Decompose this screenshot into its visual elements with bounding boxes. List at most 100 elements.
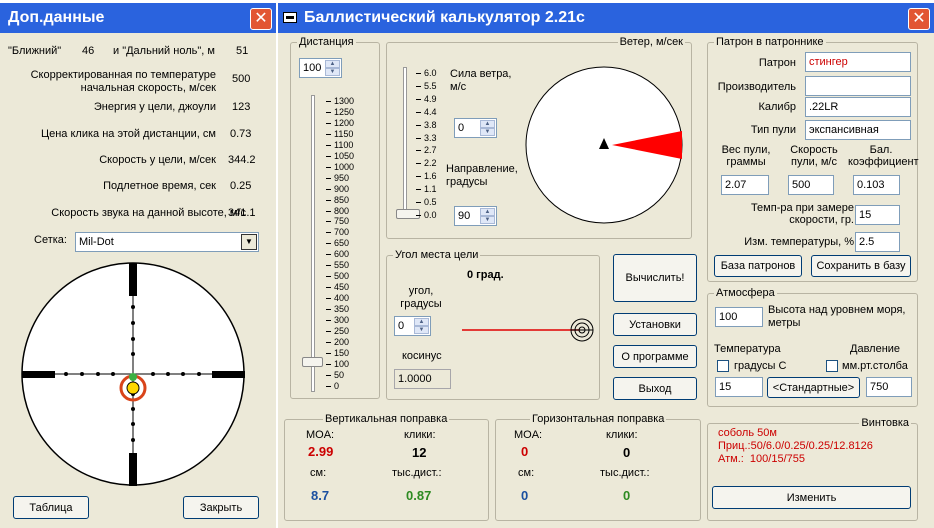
ballistic-coefficient-value: 0.103 [857,179,885,191]
scale-tick [416,163,421,165]
spinner-arrows[interactable]: ▲ ▼ [480,208,495,224]
caliber-field[interactable]: .22LR [805,97,911,117]
bullet-speed-label: Скорость пули, м/с [790,144,838,168]
wind-speed-label: Сила ветра, м/с [450,68,512,93]
vertical-moa-value: 2.99 [308,444,334,459]
altitude-field[interactable]: 100 [715,307,763,327]
scale-tick-label: 100 [334,358,350,369]
exit-button[interactable]: Выход [613,377,697,400]
reticle-select[interactable]: Mil-Dot ▼ [75,232,259,252]
impact-point [126,381,140,395]
scale-tick-label: 1050 [334,150,355,161]
bullet-speed-field[interactable]: 500 [788,175,834,195]
spinner-arrows[interactable]: ▲ ▼ [414,318,429,334]
celsius-checkbox[interactable] [717,360,729,372]
distance-slider-thumb[interactable] [302,357,323,367]
angle-label: угол, градусы [400,285,442,310]
bullet-type-field[interactable]: экспансивная [805,120,911,140]
pressure-field[interactable]: 750 [866,377,912,397]
caliber-value: .22LR [809,101,839,113]
secondary-data-title: Доп.данные [8,9,105,26]
zero-far-value: 51 [236,45,249,57]
atmosphere-legend: Атмосфера [714,287,777,299]
altitude-label: Высота над уровнем моря, метры [768,304,906,329]
scale-tick [326,243,331,245]
scale-tick [326,210,331,212]
scale-tick [416,202,421,203]
calculate-button[interactable]: Вычислить! [613,254,697,302]
scale-tick-label: 0 [334,380,340,391]
rifle-legend: Винтовка [859,417,911,429]
scale-tick [416,85,421,87]
about-button[interactable]: О программе [613,345,697,368]
scale-tick [326,122,331,124]
scale-tick [326,341,331,343]
scale-tick-label: 500 [334,271,350,282]
scale-tick [326,320,331,321]
manufacturer-field[interactable] [805,76,911,96]
temp-measured-field[interactable]: 15 [855,205,900,225]
temp-change-field[interactable]: 2.5 [855,232,900,252]
spinner-arrows[interactable]: ▲ ▼ [325,60,340,76]
temperature-field[interactable]: 15 [715,377,763,397]
main-close-icon[interactable]: ✕ [908,8,930,30]
scale-tick [326,177,331,179]
scale-tick-label: 150 [334,347,350,358]
altitude-value: 100 [719,311,738,323]
scale-tick [326,287,331,289]
reticle-post-bottom [129,453,137,486]
scale-tick-label: 950 [334,172,350,183]
temp-measured-value: 15 [859,209,872,221]
chevron-down-icon[interactable]: ▼ [241,234,257,250]
scale-tick-label: 850 [334,194,350,205]
scale-tick [326,385,331,387]
stat-label: Скорость звука на данной высоте, м/с [51,207,246,219]
mmhg-checkbox[interactable] [826,360,838,372]
distance-spinner[interactable]: 100 ▲ ▼ [299,58,342,78]
close-button[interactable]: Закрыть [183,496,259,519]
scale-tick [326,101,331,102]
angle-spinner[interactable]: 0 ▲ ▼ [394,316,431,336]
cartridge-name-field[interactable]: стингер [805,52,911,72]
bullet-weight-value: 2.07 [725,179,747,191]
celsius-label: градусы С [734,360,787,372]
scale-tick [326,199,331,201]
save-to-db-button[interactable]: Сохранить в базу [811,255,911,277]
scale-tick-label: 2.7 [424,145,437,156]
wind-speed-spinner[interactable]: 0 ▲ ▼ [454,118,497,138]
cartridge-db-button[interactable]: База патронов [714,255,802,277]
vertical-cm-value: 8.7 [311,488,330,503]
settings-button[interactable]: Установки [613,313,697,336]
wind-direction-value: 90 [458,210,471,222]
scale-tick [326,352,331,354]
horizontal-cm-value: 0 [521,488,529,503]
reticle-post-left [22,371,55,378]
standard-atmosphere-button-label: <Стандартные> [772,381,855,394]
scale-tick [416,150,421,152]
secondary-data-close-icon[interactable]: ✕ [250,8,272,30]
ballistic-coefficient-field[interactable]: 0.103 [853,175,900,195]
distance-slider-track[interactable] [311,95,315,392]
wind-compass[interactable] [524,65,684,225]
wind-slider-track[interactable] [403,67,407,219]
table-button[interactable]: Таблица [13,496,89,519]
bullet-weight-field[interactable]: 2.07 [721,175,769,195]
exit-button-label: Выход [638,382,672,395]
table-button-label: Таблица [29,501,73,514]
angle-indicator [462,318,594,342]
cosine-label: косинус [402,350,442,362]
zero-near-label: "Ближний" [8,45,62,57]
spinner-arrows[interactable]: ▲ ▼ [480,120,495,136]
standard-atmosphere-button[interactable]: <Стандартные> [767,377,860,398]
wind-direction-spinner[interactable]: 90 ▲ ▼ [454,206,497,226]
change-rifle-button[interactable]: Изменить [712,486,911,509]
save-to-db-button-label: Сохранить в базу [816,260,906,272]
vertical-correction-legend: Вертикальная поправка [323,413,450,425]
ballistic-coefficient-label: Бал. коэффициент [848,144,919,168]
zero-near-value: 46 [82,45,95,57]
scale-tick-label: 1250 [334,106,355,117]
wind-legend: Ветер, м/сек [617,36,685,48]
horizontal-clicks-label: клики: [606,429,638,441]
scale-tick-label: 1100 [334,139,354,150]
scale-tick-label: 400 [334,293,350,304]
